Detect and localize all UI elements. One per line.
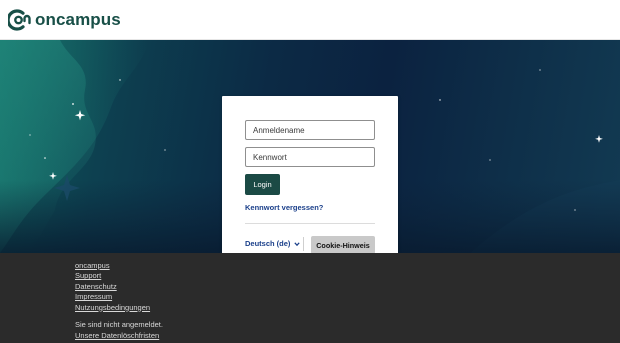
login-button[interactable]: Login: [245, 174, 280, 195]
footer-links: oncampus Support Datenschutz Impressum N…: [75, 261, 150, 313]
login-card: Login Kennwort vergessen? Deutsch (de) C…: [222, 96, 398, 253]
footer-link-support[interactable]: Support: [75, 271, 150, 281]
logo-text: oncampus: [35, 10, 121, 29]
card-divider: [245, 223, 375, 224]
language-selector[interactable]: Deutsch (de): [245, 239, 301, 248]
forgot-password-link[interactable]: Kennwort vergessen?: [245, 203, 323, 212]
oncampus-logo-icon: [8, 9, 31, 31]
footer-link-terms[interactable]: Nutzungsbedingungen: [75, 303, 150, 313]
data-retention-link[interactable]: Unsere Datenlöschfristen: [75, 331, 159, 340]
footer-link-imprint[interactable]: Impressum: [75, 292, 150, 302]
oncampus-logo[interactable]: oncampus: [8, 9, 121, 31]
username-input[interactable]: [245, 120, 375, 140]
footer-link-privacy[interactable]: Datenschutz: [75, 282, 150, 292]
vertical-separator: [303, 237, 304, 251]
chevron-down-icon: [294, 241, 301, 246]
cookie-notice-button[interactable]: Cookie-Hinweis: [311, 236, 375, 253]
footer-link-oncampus[interactable]: oncampus: [75, 261, 150, 271]
hero-background: Login Kennwort vergessen? Deutsch (de) C…: [0, 40, 620, 253]
language-label: Deutsch (de): [245, 239, 291, 248]
password-input[interactable]: [245, 147, 375, 167]
login-status-text: Sie sind nicht angemeldet.: [75, 320, 163, 329]
page-footer: oncampus Support Datenschutz Impressum N…: [0, 253, 620, 343]
top-header: oncampus: [0, 0, 620, 40]
